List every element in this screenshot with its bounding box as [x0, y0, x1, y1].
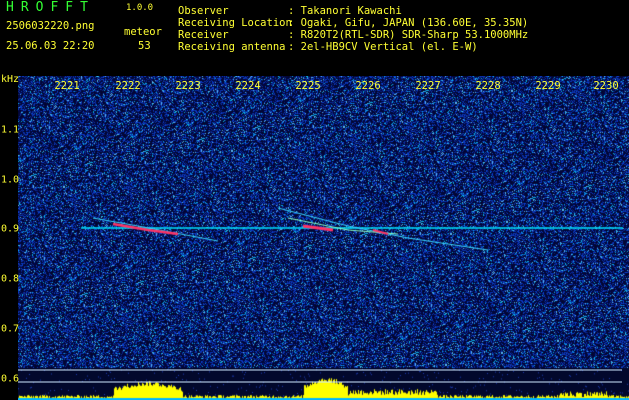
file-name: 2506032220.png [6, 20, 95, 32]
y-tick-label: 1.0 [1, 174, 20, 186]
y-tick-label: 0.8 [1, 273, 20, 285]
y-tick-label: 1.1 [1, 124, 20, 136]
y-tick-label: 0.7 [1, 323, 20, 335]
app-version: 1.0.0 [126, 3, 154, 13]
app-logo: HROFFT [6, 0, 95, 15]
antenna-value: : 2el-HB9CV Vertical (el. E-W) [288, 41, 478, 53]
x-tick-label: 2228 [475, 80, 501, 92]
location-label: Receiving Location [178, 17, 292, 29]
x-tick-label: 2225 [295, 80, 321, 92]
x-tick-label: 2227 [415, 80, 441, 92]
x-tick-label: 2224 [235, 80, 261, 92]
y-tick-label: 0.9 [1, 223, 20, 235]
file-datetime: 25.06.03 22:20 [6, 40, 95, 52]
header-panel: HROFFT 1.0.0 2506032220.png meteor 25.06… [0, 0, 629, 76]
x-tick-label: 2222 [115, 80, 141, 92]
spectrogram-canvas [18, 76, 629, 400]
x-tick-label: 2230 [593, 80, 619, 92]
x-tick-label: 2226 [355, 80, 381, 92]
location-value: : Ogaki, Gifu, JAPAN (136.60E, 35.35N) [288, 17, 529, 29]
receiver-label: Receiver [178, 29, 229, 41]
y-axis-unit: kHz [1, 74, 20, 85]
meteor-label: meteor [124, 26, 162, 38]
x-tick-label: 2223 [175, 80, 201, 92]
observer-label: Observer [178, 5, 229, 17]
observer-value: : Takanori Kawachi [288, 5, 402, 17]
antenna-label: Receiving antenna [178, 41, 286, 53]
receiver-value: : R820T2(RTL-SDR) SDR-Sharp 53.1000MHz [288, 29, 529, 41]
y-tick-label: 0.6 [1, 373, 20, 385]
x-tick-label: 2229 [535, 80, 561, 92]
x-tick-label: 2221 [54, 80, 80, 92]
meteor-count: 53 [138, 40, 151, 52]
